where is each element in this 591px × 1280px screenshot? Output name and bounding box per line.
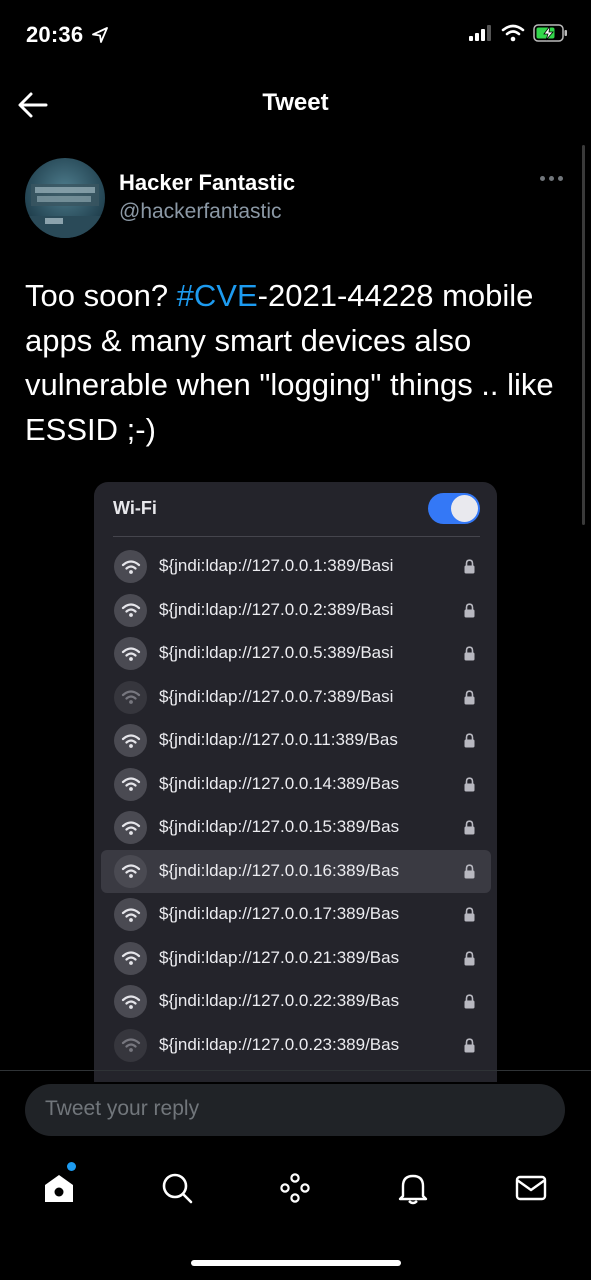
wifi-network-row: ${jndi:ldap://127.0.0.21:389/Bas [101,937,491,980]
wifi-status-icon [501,24,525,42]
status-indicators [469,24,569,42]
lock-icon [464,776,475,791]
lock-icon [464,994,475,1009]
wifi-network-name: ${jndi:ldap://127.0.0.5:389/Basi [159,643,394,662]
tweet-text-start: Too soon? [25,278,177,313]
wifi-toggle [428,493,480,524]
wifi-network-name: ${jndi:ldap://127.0.0.23:389/Bas [159,1034,400,1054]
wifi-network-row: ${jndi:ldap://127.0.0.2:389/Basi [101,589,491,632]
wifi-network-row: ${jndi:ldap://127.0.0.7:389/Basi [101,676,491,719]
wifi-panel-title: Wi-Fi [113,498,157,518]
wifi-network-name: ${jndi:ldap://127.0.0.7:389/Basi [159,686,394,706]
wifi-signal-icon [114,637,147,670]
lock-icon [464,646,475,661]
wifi-network-row: ${jndi:ldap://127.0.0.1:389/Basi [101,545,491,588]
tab-search[interactable] [157,1168,197,1208]
hashtag-link[interactable]: #CVE [177,278,258,313]
wifi-network-row: ${jndi:ldap://127.0.0.5:389/Basi [101,632,491,675]
wifi-signal-icon [114,724,147,757]
wifi-network-name: ${jndi:ldap://127.0.0.15:389/Bas [159,817,400,836]
tab-messages[interactable] [511,1168,551,1208]
messages-icon [515,1175,547,1201]
wifi-network-row: ${jndi:ldap://127.0.0.14:389/Bas [101,763,491,806]
wifi-signal-icon [114,941,147,975]
home-indicator[interactable] [191,1260,401,1266]
wifi-network-name: ${jndi:ldap://127.0.0.14:389/Bas [159,773,400,793]
lock-icon [464,1037,475,1052]
wifi-network-name: ${jndi:ldap://127.0.0.22:389/Bas [159,991,400,1010]
tab-spaces[interactable] [275,1168,315,1208]
wifi-network-name: ${jndi:ldap://127.0.0.2:389/Basi [159,599,394,619]
wifi-signal-icon [114,550,147,583]
tab-notifications[interactable] [393,1168,433,1208]
reply-placeholder: Tweet your reply [45,1097,200,1120]
avatar-image [25,158,105,238]
lock-icon [464,950,475,965]
search-icon [162,1173,193,1204]
wifi-signal-icon [114,898,147,931]
wifi-network-name: ${jndi:ldap://127.0.0.16:389/Bas [159,860,400,880]
unread-dot [67,1162,76,1171]
wifi-signal-icon [114,680,147,714]
scrollbar[interactable] [582,145,585,525]
cellular-signal-icon [469,25,491,41]
tab-home[interactable] [39,1168,79,1208]
wifi-signal-icon [114,985,147,1018]
avatar[interactable] [25,158,105,238]
lock-icon [464,602,475,617]
lock-icon [464,907,475,922]
wifi-signal-icon [114,767,147,801]
divider [113,536,480,537]
lock-icon [464,689,475,704]
lock-icon [464,820,475,835]
author-name[interactable]: Hacker Fantastic [119,170,295,196]
home-icon [45,1175,73,1202]
lock-icon [464,863,475,878]
divider [0,1070,591,1071]
lock-icon [464,733,475,748]
wifi-network-row: ${jndi:ldap://127.0.0.16:389/Bas [101,849,491,893]
author-handle[interactable]: @hackerfantastic [119,200,282,224]
wifi-signal-icon [114,593,147,627]
wifi-signal-icon [114,1028,147,1062]
lock-icon [464,559,475,574]
location-arrow-icon [91,27,108,43]
wifi-network-row: ${jndi:ldap://127.0.0.11:389/Bas [101,719,491,762]
status-time: 20:36 [26,22,108,48]
wifi-network-name: ${jndi:ldap://127.0.0.1:389/Basi [159,556,394,575]
wifi-network-row: ${jndi:ldap://127.0.0.17:389/Bas [101,893,491,936]
wifi-network-row: ${jndi:ldap://127.0.0.15:389/Bas [101,806,491,849]
wifi-signal-icon [114,854,147,888]
wifi-network-name: ${jndi:ldap://127.0.0.11:389/Bas [159,730,398,749]
wifi-network-name: ${jndi:ldap://127.0.0.17:389/Bas [159,904,400,923]
tweet-media-image[interactable]: Wi-Fi ${jndi:ldap://127.0.0.1:389/Basi ${… [94,482,497,1082]
wifi-network-row: ${jndi:ldap://127.0.0.23:389/Bas [101,1024,491,1067]
wifi-network-row: ${jndi:ldap://127.0.0.22:389/Bas [101,980,491,1023]
wifi-signal-icon [114,811,147,844]
tweet-text: Too soon? #CVE-2021-44228 mobile apps & … [25,274,570,452]
battery-charging-icon [533,24,567,42]
wifi-network-name: ${jndi:ldap://127.0.0.21:389/Bas [159,947,400,967]
more-options-icon[interactable] [540,176,563,181]
notifications-icon [398,1174,428,1205]
spaces-icon [280,1173,310,1203]
page-title: Tweet [262,89,329,116]
